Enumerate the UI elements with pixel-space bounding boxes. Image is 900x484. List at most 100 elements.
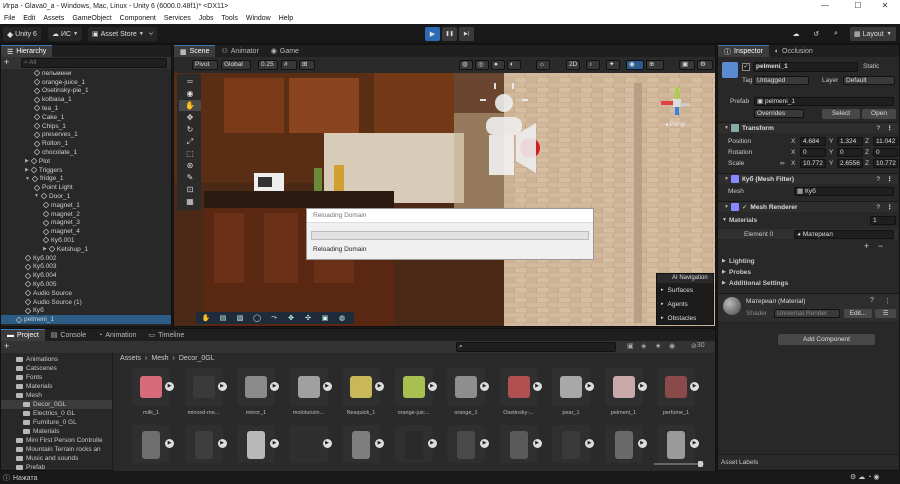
- menu-component[interactable]: Component: [116, 15, 160, 22]
- project-folder-item[interactable]: Fonts: [1, 373, 112, 382]
- hierarchy-item[interactable]: Cake_1: [1, 113, 171, 122]
- chevron-down-icon[interactable]: ▼: [25, 176, 30, 182]
- expand-icon[interactable]: ▶: [165, 439, 174, 448]
- transform-tool-button[interactable]: ⊛: [179, 160, 201, 171]
- asset-item[interactable]: ▶ pelmeni_1: [601, 366, 647, 421]
- visibility-toggle[interactable]: ◉: [626, 60, 644, 70]
- project-folder-item[interactable]: Prefab: [1, 463, 112, 471]
- pivot-dropdown[interactable]: Pivot: [192, 60, 218, 70]
- expand-icon[interactable]: ▶: [270, 382, 279, 391]
- shader-options-button[interactable]: ☰: [875, 309, 896, 318]
- hierarchy-item[interactable]: tea_1: [1, 104, 171, 113]
- help-icon[interactable]: ?: [870, 297, 874, 304]
- orientation-gizmo[interactable]: ◂ Persp: [661, 87, 701, 131]
- shaded-wireframe-button[interactable]: ●: [491, 60, 505, 70]
- hierarchy-item[interactable]: Rolton_1: [1, 139, 171, 148]
- screen-tool-button[interactable]: ▣: [317, 312, 333, 323]
- help-icon[interactable]: ?: [876, 125, 880, 132]
- hierarchy-item[interactable]: Audio Source (1): [1, 298, 171, 307]
- expand-icon[interactable]: ▶: [427, 439, 437, 448]
- globe-tool-button[interactable]: ◍: [334, 312, 350, 323]
- asset-item[interactable]: ▶ orange-juic...: [391, 366, 437, 421]
- asset-item[interactable]: ▶: [601, 423, 647, 471]
- hierarchy-item[interactable]: Куб.001: [1, 236, 171, 245]
- grid-tool-button[interactable]: ▦: [179, 196, 201, 207]
- unity-account-button[interactable]: ◆ Unity 6: [3, 27, 41, 41]
- materials-row[interactable]: ▼ Materials 1: [718, 215, 898, 225]
- tag-dropdown[interactable]: Untagged: [754, 76, 809, 85]
- step-button[interactable]: ▶|: [459, 27, 474, 41]
- hierarchy-item[interactable]: Osetinsky-pie_1: [1, 87, 171, 96]
- expand-icon[interactable]: ▶: [637, 382, 647, 391]
- hierarchy-item[interactable]: magnet_1: [1, 201, 171, 210]
- history-button[interactable]: ↺: [810, 27, 822, 41]
- more-icon[interactable]: ⋮: [887, 203, 894, 211]
- project-folder-item[interactable]: Decor_0GL: [1, 400, 112, 409]
- hierarchy-item[interactable]: ▼ fridge_1: [1, 175, 171, 184]
- hierarchy-search-input[interactable]: ⌕ All: [21, 58, 167, 68]
- breadcrumb-mesh[interactable]: Mesh: [151, 355, 168, 362]
- expand-icon[interactable]: ▶: [322, 439, 332, 448]
- rotation-x-input[interactable]: 0: [800, 148, 826, 157]
- close-button[interactable]: ✕: [870, 0, 900, 12]
- expand-icon[interactable]: ▶: [480, 439, 489, 448]
- asset-item[interactable]: ▶ mirror_1: [233, 366, 279, 421]
- menu-window[interactable]: Window: [242, 15, 275, 22]
- project-search-input[interactable]: ⌕: [456, 342, 616, 352]
- pause-button[interactable]: ❚❚: [442, 27, 457, 41]
- asset-item[interactable]: ▶ minced-me...: [181, 366, 227, 421]
- mesh-field[interactable]: ▦ Куб: [794, 187, 894, 196]
- breadcrumb-decor[interactable]: Decor_0GL: [179, 355, 215, 362]
- menu-file[interactable]: File: [0, 15, 19, 22]
- hierarchy-item[interactable]: magnet_4: [1, 227, 171, 236]
- expand-icon[interactable]: ▶: [480, 382, 489, 391]
- tab-occlusion[interactable]: ◐ Occlusion: [769, 45, 819, 57]
- effects-toggle[interactable]: ✦: [606, 60, 620, 70]
- project-folder-item[interactable]: Materials: [1, 382, 112, 391]
- expand-icon[interactable]: ▶: [217, 382, 227, 391]
- expand-icon[interactable]: ▶: [532, 439, 542, 448]
- asset-item[interactable]: ▶: [233, 423, 279, 471]
- tab-game[interactable]: ◉ Game: [265, 45, 305, 57]
- expand-icon[interactable]: ▶: [585, 382, 594, 391]
- project-folder-item[interactable]: Animations: [1, 355, 112, 364]
- custom-tool-button[interactable]: ✎: [179, 172, 201, 183]
- expand-icon[interactable]: ▶: [585, 439, 594, 448]
- rect-tool-button[interactable]: ⬚: [179, 148, 201, 159]
- expand-icon[interactable]: ▶: [532, 382, 542, 391]
- asset-item[interactable]: ▶: [286, 423, 332, 471]
- cross-tool-button[interactable]: ✣: [300, 312, 316, 323]
- project-folder-item[interactable]: Mini First Person Controlle: [1, 436, 112, 445]
- project-folder-item[interactable]: Mesh: [1, 391, 112, 400]
- asset-item[interactable]: ▶: [181, 423, 227, 471]
- hierarchy-item[interactable]: ▶ Plot: [1, 157, 171, 166]
- camera-button[interactable]: ▣: [679, 60, 695, 70]
- hierarchy-item[interactable]: Point Light: [1, 183, 171, 192]
- layer-dropdown[interactable]: Default: [843, 76, 895, 85]
- expand-icon[interactable]: ▶: [427, 382, 437, 391]
- project-folder-item[interactable]: Electrics_0 GL: [1, 409, 112, 418]
- project-folder-item[interactable]: Mountain Terrain rocks an: [1, 445, 112, 454]
- chevron-right-icon[interactable]: ▶: [25, 167, 29, 173]
- ai-nav-obstacles[interactable]: ▸ Obstacles: [657, 311, 713, 325]
- add-component-button[interactable]: Add Component: [778, 334, 875, 345]
- scene-viewport[interactable]: ═ ◉ ✋ ✥ ↻ ⤢ ⬚ ⊛ ✎ ⊡ ▦ ✋ ▤ ▧ ◯ ⤳ ✥ ✣ ▣ ◍: [174, 73, 715, 326]
- add-icon[interactable]: +: [4, 57, 9, 67]
- persp-label[interactable]: ◂ Persp: [665, 121, 685, 128]
- asset-item[interactable]: ▶ Nesquick_1: [338, 366, 384, 421]
- hierarchy-item[interactable]: Куб.005: [1, 280, 171, 289]
- account-dropdown[interactable]: ☁ ИС ▼: [48, 27, 83, 41]
- asset-item[interactable]: ▶ pear_1: [548, 366, 594, 421]
- filter-icon[interactable]: ▣: [627, 342, 634, 350]
- scale-tool-button[interactable]: ⤢: [179, 136, 201, 147]
- move-tool-button[interactable]: ✥: [179, 112, 201, 123]
- menu-gameobject[interactable]: GameObject: [68, 15, 115, 22]
- lighting-row[interactable]: ▶ Lighting: [718, 256, 898, 266]
- expand-icon[interactable]: ▶: [637, 439, 647, 448]
- asset-store-button[interactable]: ▣ Asset Store ▼: [88, 27, 148, 41]
- chevron-right-icon[interactable]: ▶: [43, 246, 47, 252]
- hierarchy-item[interactable]: Куб.003: [1, 263, 171, 272]
- project-folder-item[interactable]: Catscenes: [1, 364, 112, 373]
- asset-item[interactable]: ▶ orange_1: [443, 366, 489, 421]
- tab-inspector[interactable]: ⓘ Inspector: [718, 45, 769, 57]
